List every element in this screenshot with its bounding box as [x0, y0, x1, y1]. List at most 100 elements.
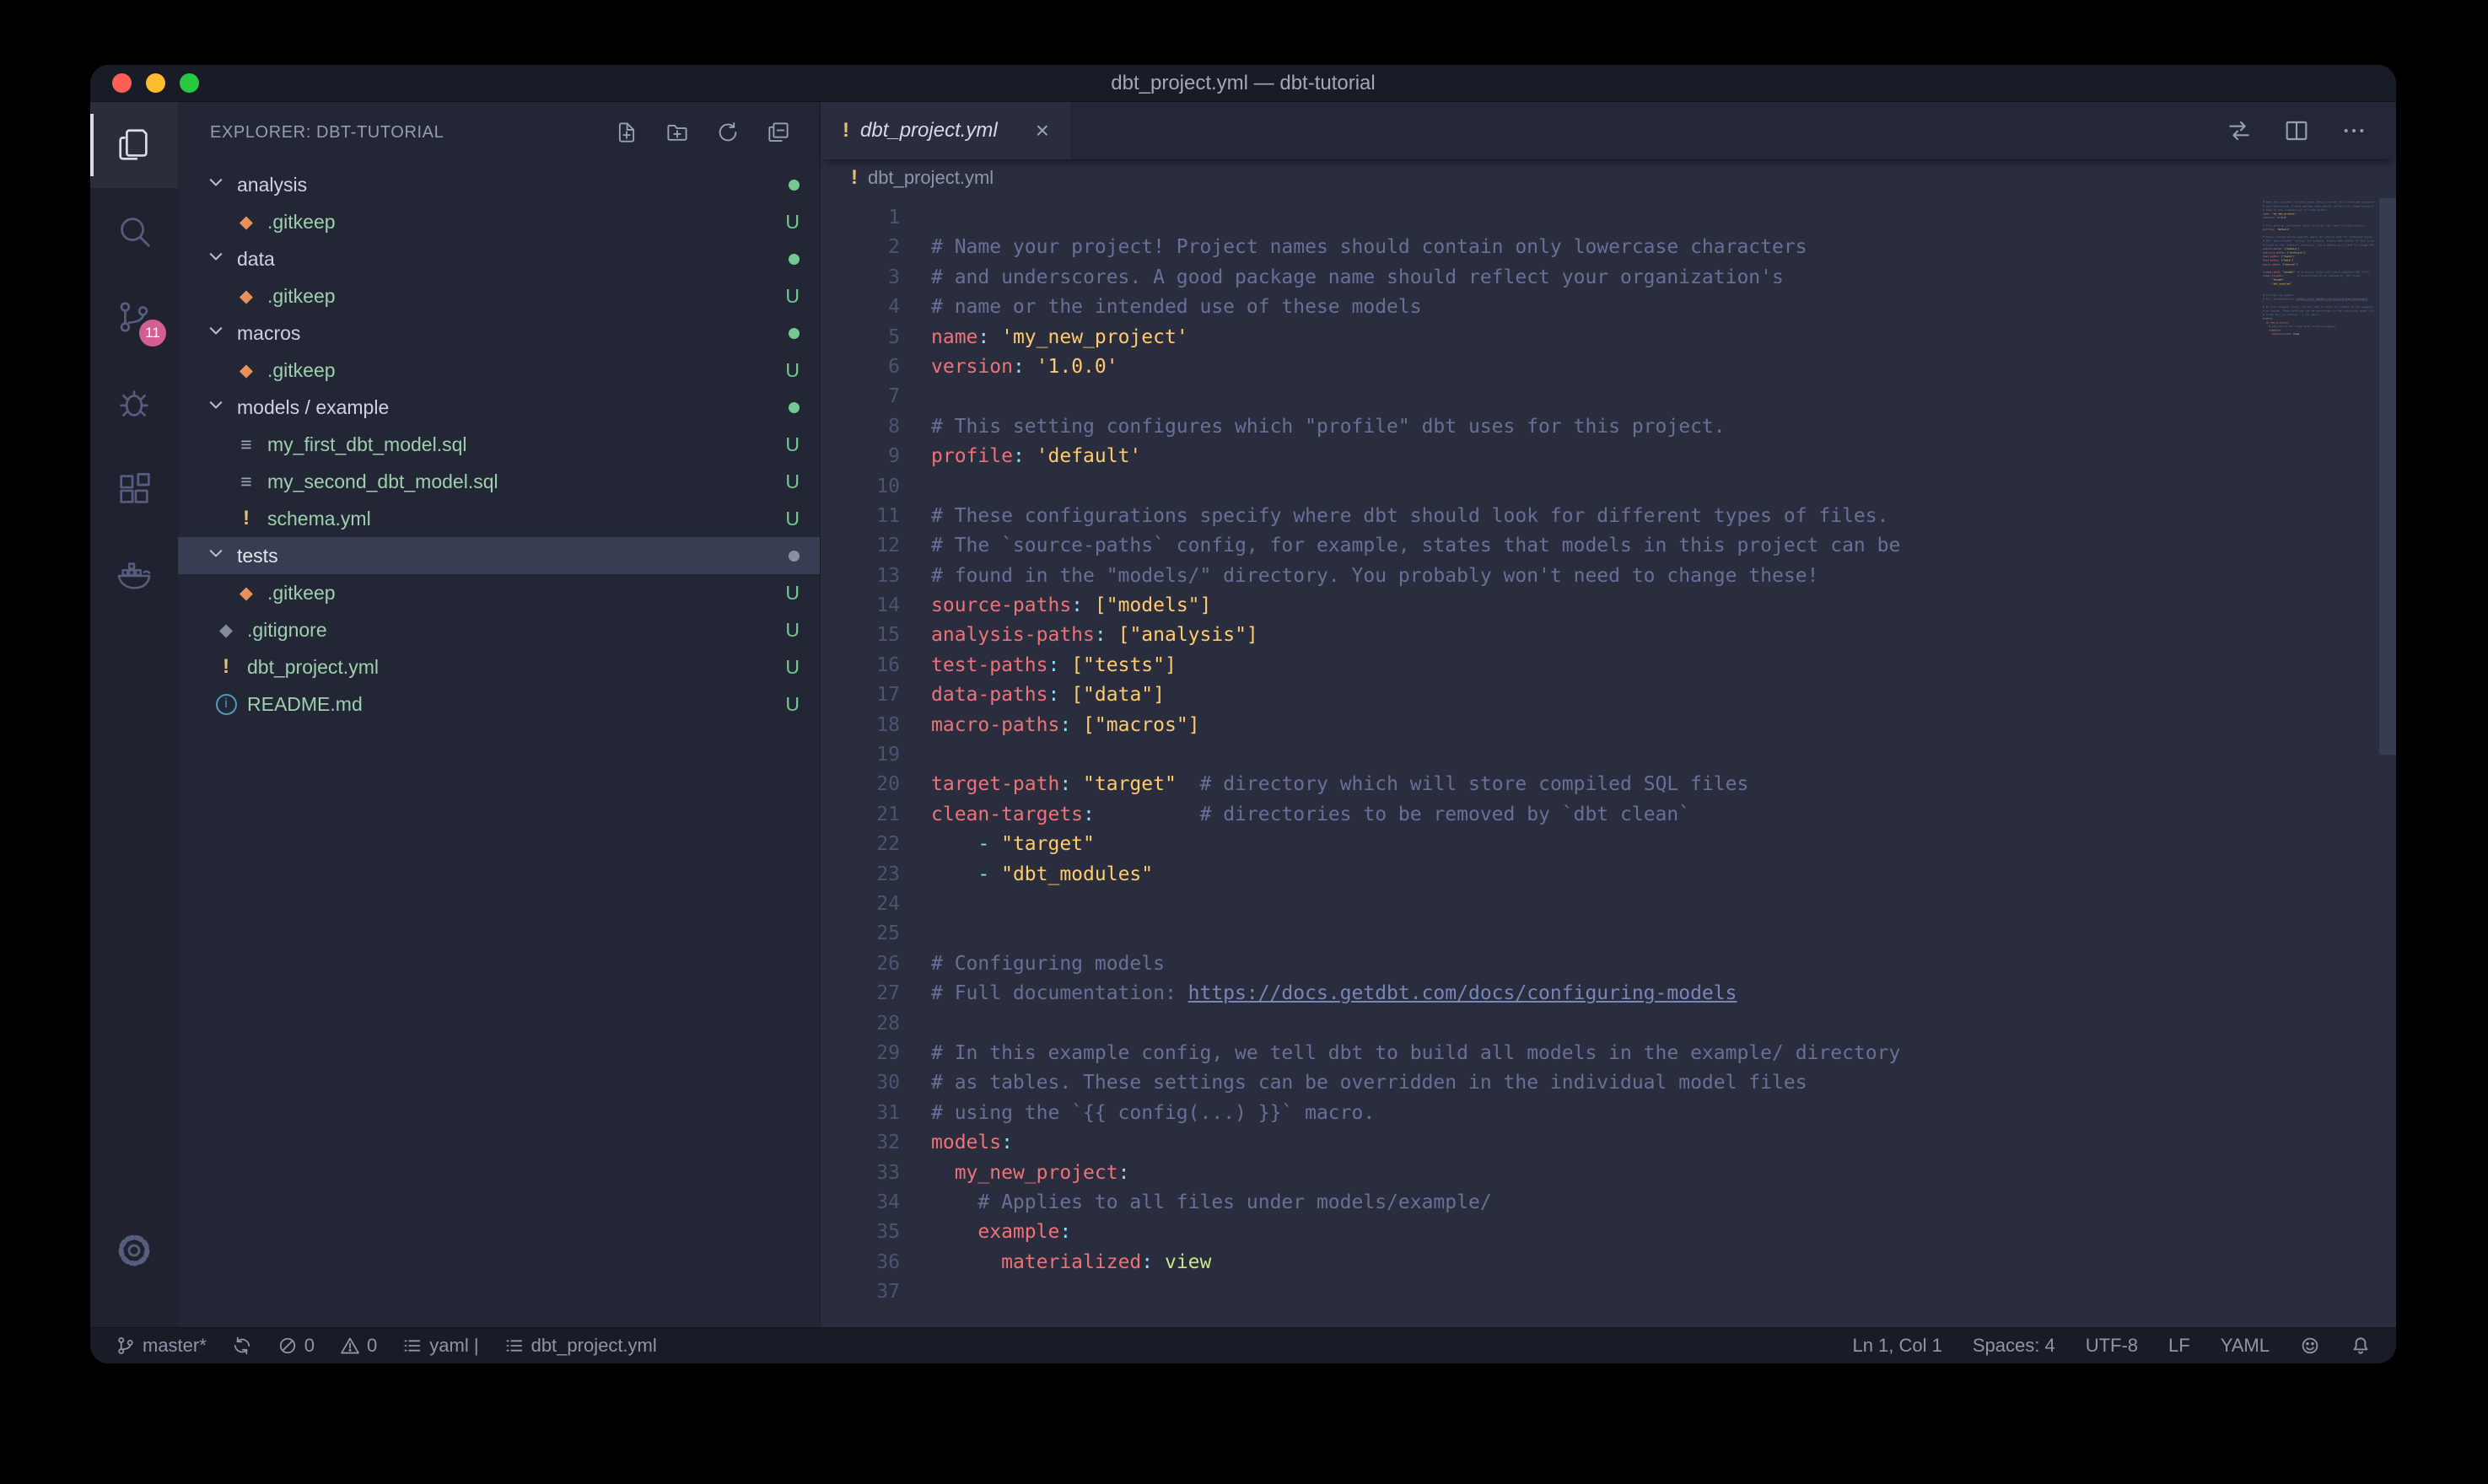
explorer-icon	[115, 126, 153, 164]
tree-item-label: .gitignore	[247, 619, 327, 642]
code-line: name: 'my_new_project'	[931, 323, 2396, 352]
status-active-file[interactable]: dbt_project.yml	[504, 1335, 657, 1357]
line-number: 8	[821, 412, 900, 442]
git-status-untracked: U	[785, 285, 800, 308]
file-dbt_project.yml[interactable]: !dbt_project.ymlU	[178, 648, 820, 686]
code-line	[931, 1009, 2396, 1039]
tree-item-label: my_second_dbt_model.sql	[267, 470, 498, 493]
status-errors-label: 0	[304, 1335, 315, 1357]
file-.gitkeep[interactable]: ◆.gitkeepU	[178, 352, 820, 389]
chevron-down-icon	[203, 395, 229, 419]
file-.gitkeep[interactable]: ◆.gitkeepU	[178, 203, 820, 240]
line-number: 11	[821, 502, 900, 531]
code-line	[931, 919, 2396, 949]
git-change-dot	[789, 328, 800, 339]
file-readme.md[interactable]: iREADME.mdU	[178, 686, 820, 723]
zoom-window-button[interactable]	[180, 73, 199, 93]
editor-scrollbar[interactable]	[2379, 196, 2396, 1327]
code-line: - "target"	[931, 830, 2396, 859]
file-.gitignore[interactable]: ◆.gitignoreU	[178, 611, 820, 648]
activity-item-explorer[interactable]	[90, 102, 178, 188]
line-number: 36	[821, 1248, 900, 1277]
code-content[interactable]: # Name your project! Project names shoul…	[913, 196, 2396, 1327]
tab-dbt-project-yml[interactable]: ! dbt_project.yml ×	[821, 102, 1072, 159]
status-cursor-position[interactable]: Ln 1, Col 1	[1852, 1335, 1941, 1357]
code-line	[931, 382, 2396, 411]
docker-icon	[115, 556, 153, 594]
more-actions-button[interactable]	[2340, 117, 2367, 144]
minimize-window-button[interactable]	[146, 73, 165, 93]
status-warnings[interactable]: 0	[340, 1335, 377, 1357]
breadcrumb-item: dbt_project.yml	[868, 167, 994, 189]
search-icon	[115, 212, 153, 250]
collapse-folders-button[interactable]	[766, 120, 791, 145]
status-notifications[interactable]	[2351, 1336, 2371, 1356]
close-window-button[interactable]	[112, 73, 132, 93]
chevron-down-icon	[203, 544, 229, 567]
tree-item-label: models / example	[237, 396, 389, 419]
new-file-button[interactable]	[614, 120, 639, 145]
status-yaml-schema-label: yaml |	[429, 1335, 478, 1357]
activity-item-source-control[interactable]: 11	[90, 274, 178, 360]
status-yaml-schema[interactable]: yaml |	[402, 1335, 478, 1357]
status-error-icon	[277, 1336, 298, 1356]
tree-item-label: data	[237, 248, 275, 271]
status-feedback[interactable]	[2300, 1336, 2320, 1356]
code-line: test-paths: ["tests"]	[931, 651, 2396, 680]
code-line: clean-targets: # directories to be remov…	[931, 800, 2396, 830]
yaml-icon: !	[213, 655, 239, 679]
status-git-branch[interactable]: master*	[116, 1335, 207, 1357]
new-folder-button[interactable]	[665, 120, 690, 145]
chevron-down-icon	[203, 173, 229, 196]
breadcrumb[interactable]: ! dbt_project.yml	[821, 159, 2396, 196]
activity-item-search[interactable]	[90, 188, 178, 274]
folder-data[interactable]: data	[178, 240, 820, 277]
file-.gitkeep[interactable]: ◆.gitkeepU	[178, 574, 820, 611]
status-language-mode[interactable]: YAML	[2221, 1335, 2270, 1357]
status-warnings-label: 0	[367, 1335, 377, 1357]
code-area[interactable]: 1234567891011121314151617181920212223242…	[821, 196, 2396, 1327]
activity-item-settings[interactable]	[90, 1207, 178, 1293]
refresh-explorer-button[interactable]	[715, 120, 740, 145]
activity-item-extensions[interactable]	[90, 446, 178, 532]
status-errors[interactable]: 0	[277, 1335, 315, 1357]
split-editor-button[interactable]	[2283, 117, 2310, 144]
activity-item-debug[interactable]	[90, 360, 178, 446]
file-.gitkeep[interactable]: ◆.gitkeepU	[178, 277, 820, 315]
activity-bar-bottom	[90, 1207, 178, 1293]
file-my_first_dbt_model.sql[interactable]: ≡my_first_dbt_model.sqlU	[178, 426, 820, 463]
editor-group: ! dbt_project.yml × ! dbt_project.yml 12…	[821, 102, 2396, 1327]
activity-bar: 11	[90, 102, 178, 1327]
line-number: 37	[821, 1277, 900, 1307]
line-number: 21	[821, 800, 900, 830]
code-line: # and underscores. A good package name s…	[931, 263, 2396, 293]
status-warning-icon	[340, 1336, 360, 1356]
status-encoding[interactable]: UTF-8	[2086, 1335, 2138, 1357]
minimap[interactable]: # Name your project! Project names shoul…	[2263, 196, 2374, 1327]
folder-tests[interactable]: tests	[178, 537, 820, 574]
line-number: 20	[821, 770, 900, 799]
code-line: - "dbt_modules"	[931, 860, 2396, 890]
status-eol[interactable]: LF	[2168, 1335, 2190, 1357]
folder-macros[interactable]: macros	[178, 315, 820, 352]
close-tab-icon[interactable]: ×	[1032, 117, 1053, 144]
git-change-dot	[789, 180, 800, 191]
source-control-badge: 11	[139, 320, 166, 347]
code-line: analysis-paths: ["analysis"]	[931, 621, 2396, 650]
folder-analysis[interactable]: analysis	[178, 166, 820, 203]
git-gem-icon: ◆	[234, 286, 259, 307]
file-schema.yml[interactable]: !schema.ymlU	[178, 500, 820, 537]
status-sync[interactable]	[232, 1336, 252, 1356]
scrollbar-thumb[interactable]	[2379, 198, 2396, 755]
line-number: 30	[821, 1068, 900, 1098]
code-line: example:	[931, 1218, 2396, 1247]
code-line: # This setting configures which "profile…	[931, 412, 2396, 442]
extensions-icon	[115, 470, 153, 508]
git-status-untracked: U	[785, 582, 800, 605]
folder-models-example[interactable]: models / example	[178, 389, 820, 426]
open-changes-button[interactable]	[2226, 117, 2253, 144]
status-indentation[interactable]: Spaces: 4	[1973, 1335, 2055, 1357]
code-line: # Full documentation: https://docs.getdb…	[931, 979, 2396, 1008]
file-my_second_dbt_model.sql[interactable]: ≡my_second_dbt_model.sqlU	[178, 463, 820, 500]
activity-item-docker[interactable]	[90, 532, 178, 618]
